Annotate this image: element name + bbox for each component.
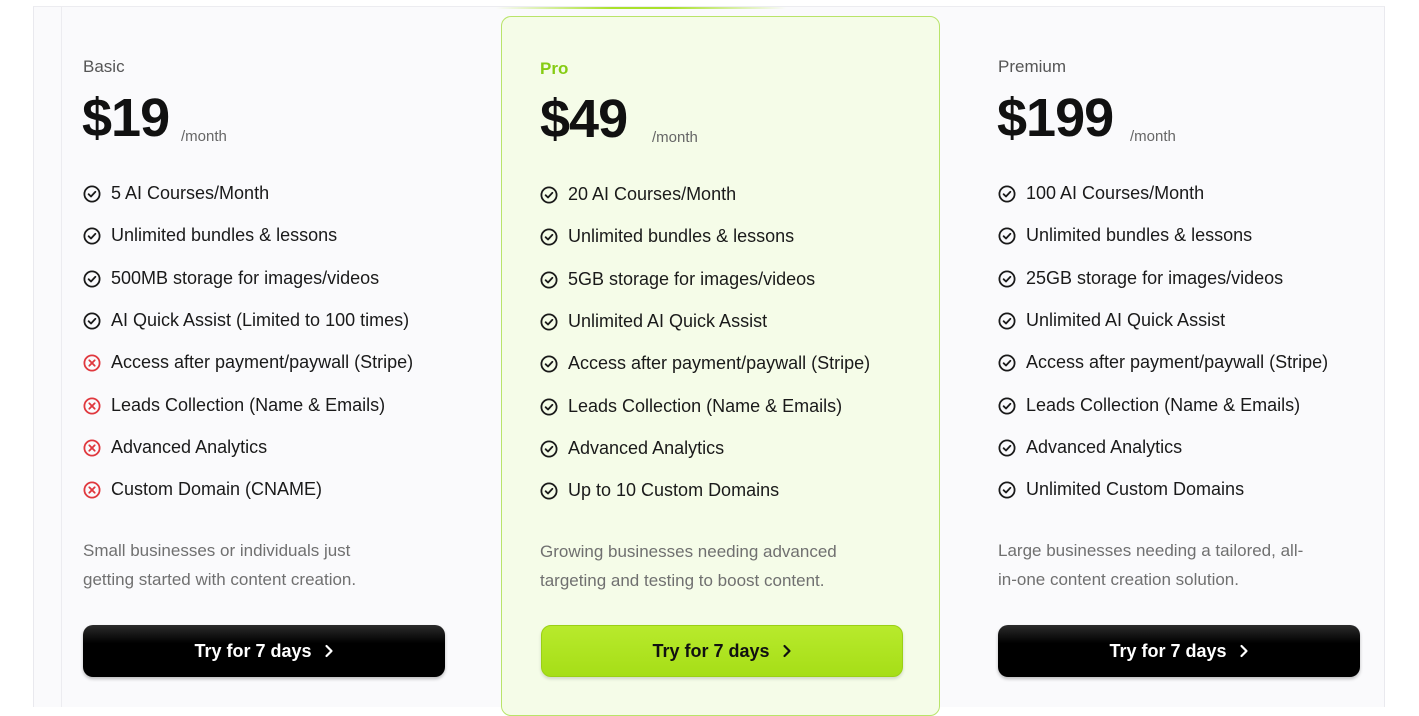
check-circle-icon [998, 185, 1016, 203]
plan-name: Basic [83, 57, 125, 76]
feature-item: Unlimited Custom Domains [998, 479, 1244, 500]
check-circle-icon [998, 227, 1016, 245]
check-circle-icon [83, 227, 101, 245]
pro-top-accent [496, 7, 786, 9]
check-circle-icon [540, 228, 558, 246]
feature-text: Custom Domain (CNAME) [111, 479, 323, 499]
check-circle-icon [83, 270, 101, 288]
feature-text: Unlimited AI Quick Assist [568, 311, 768, 331]
feature-text: Access after payment/paywall (Stripe) [111, 352, 414, 372]
feature-item: Leads Collection (Name & Emails) [998, 395, 1300, 416]
feature-item: 20 AI Courses/Month [540, 184, 736, 205]
x-circle-icon [83, 354, 101, 372]
feature-text: Unlimited bundles & lessons [1026, 225, 1253, 245]
feature-text: 5 AI Courses/Month [111, 183, 270, 203]
feature-item: Up to 10 Custom Domains [540, 480, 779, 501]
try-pro-button[interactable]: Try for 7 days [541, 625, 903, 677]
check-circle-icon [540, 313, 558, 331]
plan-name: Pro [540, 59, 569, 78]
check-circle-icon [998, 312, 1016, 330]
feature-text: 500MB storage for images/videos [111, 268, 380, 288]
check-circle-icon [998, 270, 1016, 288]
feature-text: Unlimited Custom Domains [1026, 479, 1245, 499]
feature-item: AI Quick Assist (Limited to 100 times) [83, 310, 409, 331]
plan-card-pro: Pro $49 /month 20 AI Courses/Month Unlimi… [501, 16, 940, 716]
feature-text: 100 AI Courses/Month [1026, 183, 1205, 203]
x-circle-icon [83, 397, 101, 415]
chevron-right-icon [324, 644, 333, 658]
plan-price: $19 [82, 88, 170, 148]
plan-description: Growing businesses needing advanced targ… [540, 542, 837, 590]
cta-label: Try for 7 days [194, 640, 312, 661]
feature-item: Leads Collection (Name & Emails) [83, 395, 385, 416]
plan-description: Large businesses needing a tailored, all… [998, 541, 1304, 589]
chevron-right-icon [782, 644, 791, 658]
check-circle-icon [998, 397, 1016, 415]
feature-text: 5GB storage for images/videos [568, 269, 816, 289]
feature-item: 5 AI Courses/Month [83, 183, 269, 204]
feature-item: Unlimited AI Quick Assist [540, 311, 767, 332]
plan-price: $49 [540, 89, 628, 149]
x-circle-icon [83, 481, 101, 499]
feature-item: 5GB storage for images/videos [540, 269, 815, 290]
feature-text: Unlimited bundles & lessons [568, 226, 795, 246]
feature-text: Access after payment/paywall (Stripe) [1026, 352, 1329, 372]
feature-text: Access after payment/paywall (Stripe) [568, 353, 871, 373]
feature-text: Leads Collection (Name & Emails) [1026, 395, 1301, 415]
cta-label: Try for 7 days [652, 640, 770, 661]
feature-text: Advanced Analytics [1026, 437, 1183, 457]
check-circle-icon [540, 186, 558, 204]
feature-item: 100 AI Courses/Month [998, 183, 1204, 204]
feature-text: 20 AI Courses/Month [568, 184, 737, 204]
plan-description: Small businesses or individuals just get… [83, 541, 357, 589]
feature-item: 500MB storage for images/videos [83, 268, 379, 289]
check-circle-icon [540, 482, 558, 500]
feature-item: Unlimited bundles & lessons [998, 225, 1252, 246]
chevron-right-icon [1239, 644, 1248, 658]
feature-item: Leads Collection (Name & Emails) [540, 396, 842, 417]
feature-item: Access after payment/paywall (Stripe) [540, 353, 870, 374]
feature-text: Unlimited AI Quick Assist [1026, 310, 1226, 330]
check-circle-icon [998, 439, 1016, 457]
check-circle-icon [540, 271, 558, 289]
feature-text: Advanced Analytics [111, 437, 268, 457]
check-circle-icon [540, 398, 558, 416]
x-circle-icon [83, 439, 101, 457]
plan-card-basic: Basic $19 /month 5 AI Courses/Month Unlim… [61, 0, 481, 700]
check-circle-icon [83, 312, 101, 330]
feature-text: 25GB storage for images/videos [1026, 268, 1284, 288]
check-circle-icon [998, 481, 1016, 499]
feature-item: Access after payment/paywall (Stripe) [998, 352, 1328, 373]
check-circle-icon [540, 355, 558, 373]
feature-item: 25GB storage for images/videos [998, 268, 1283, 289]
feature-text: Up to 10 Custom Domains [568, 480, 780, 500]
check-circle-icon [998, 354, 1016, 372]
plan-price: $199 [997, 88, 1114, 148]
feature-item: Custom Domain (CNAME) [83, 479, 322, 500]
cta-label: Try for 7 days [1109, 640, 1227, 661]
feature-item: Unlimited bundles & lessons [540, 226, 794, 247]
check-circle-icon [83, 185, 101, 203]
check-circle-icon [540, 440, 558, 458]
feature-text: Unlimited bundles & lessons [111, 225, 338, 245]
feature-item: Advanced Analytics [540, 438, 724, 459]
plan-period: /month [181, 128, 227, 145]
plan-period: /month [652, 129, 698, 146]
plan-name: Premium [998, 57, 1067, 76]
feature-text: Leads Collection (Name & Emails) [111, 395, 386, 415]
plan-card-premium: Premium $199 /month 100 AI Courses/Month… [976, 0, 1396, 700]
feature-item: Advanced Analytics [83, 437, 267, 458]
plan-period: /month [1130, 128, 1176, 145]
try-basic-button[interactable]: Try for 7 days [83, 625, 445, 677]
feature-text: Advanced Analytics [568, 438, 725, 458]
feature-text: AI Quick Assist (Limited to 100 times) [111, 310, 410, 330]
feature-item: Unlimited AI Quick Assist [998, 310, 1225, 331]
feature-item: Access after payment/paywall (Stripe) [83, 352, 413, 373]
feature-text: Leads Collection (Name & Emails) [568, 396, 843, 416]
feature-item: Unlimited bundles & lessons [83, 225, 337, 246]
feature-item: Advanced Analytics [998, 437, 1182, 458]
try-premium-button[interactable]: Try for 7 days [998, 625, 1360, 677]
